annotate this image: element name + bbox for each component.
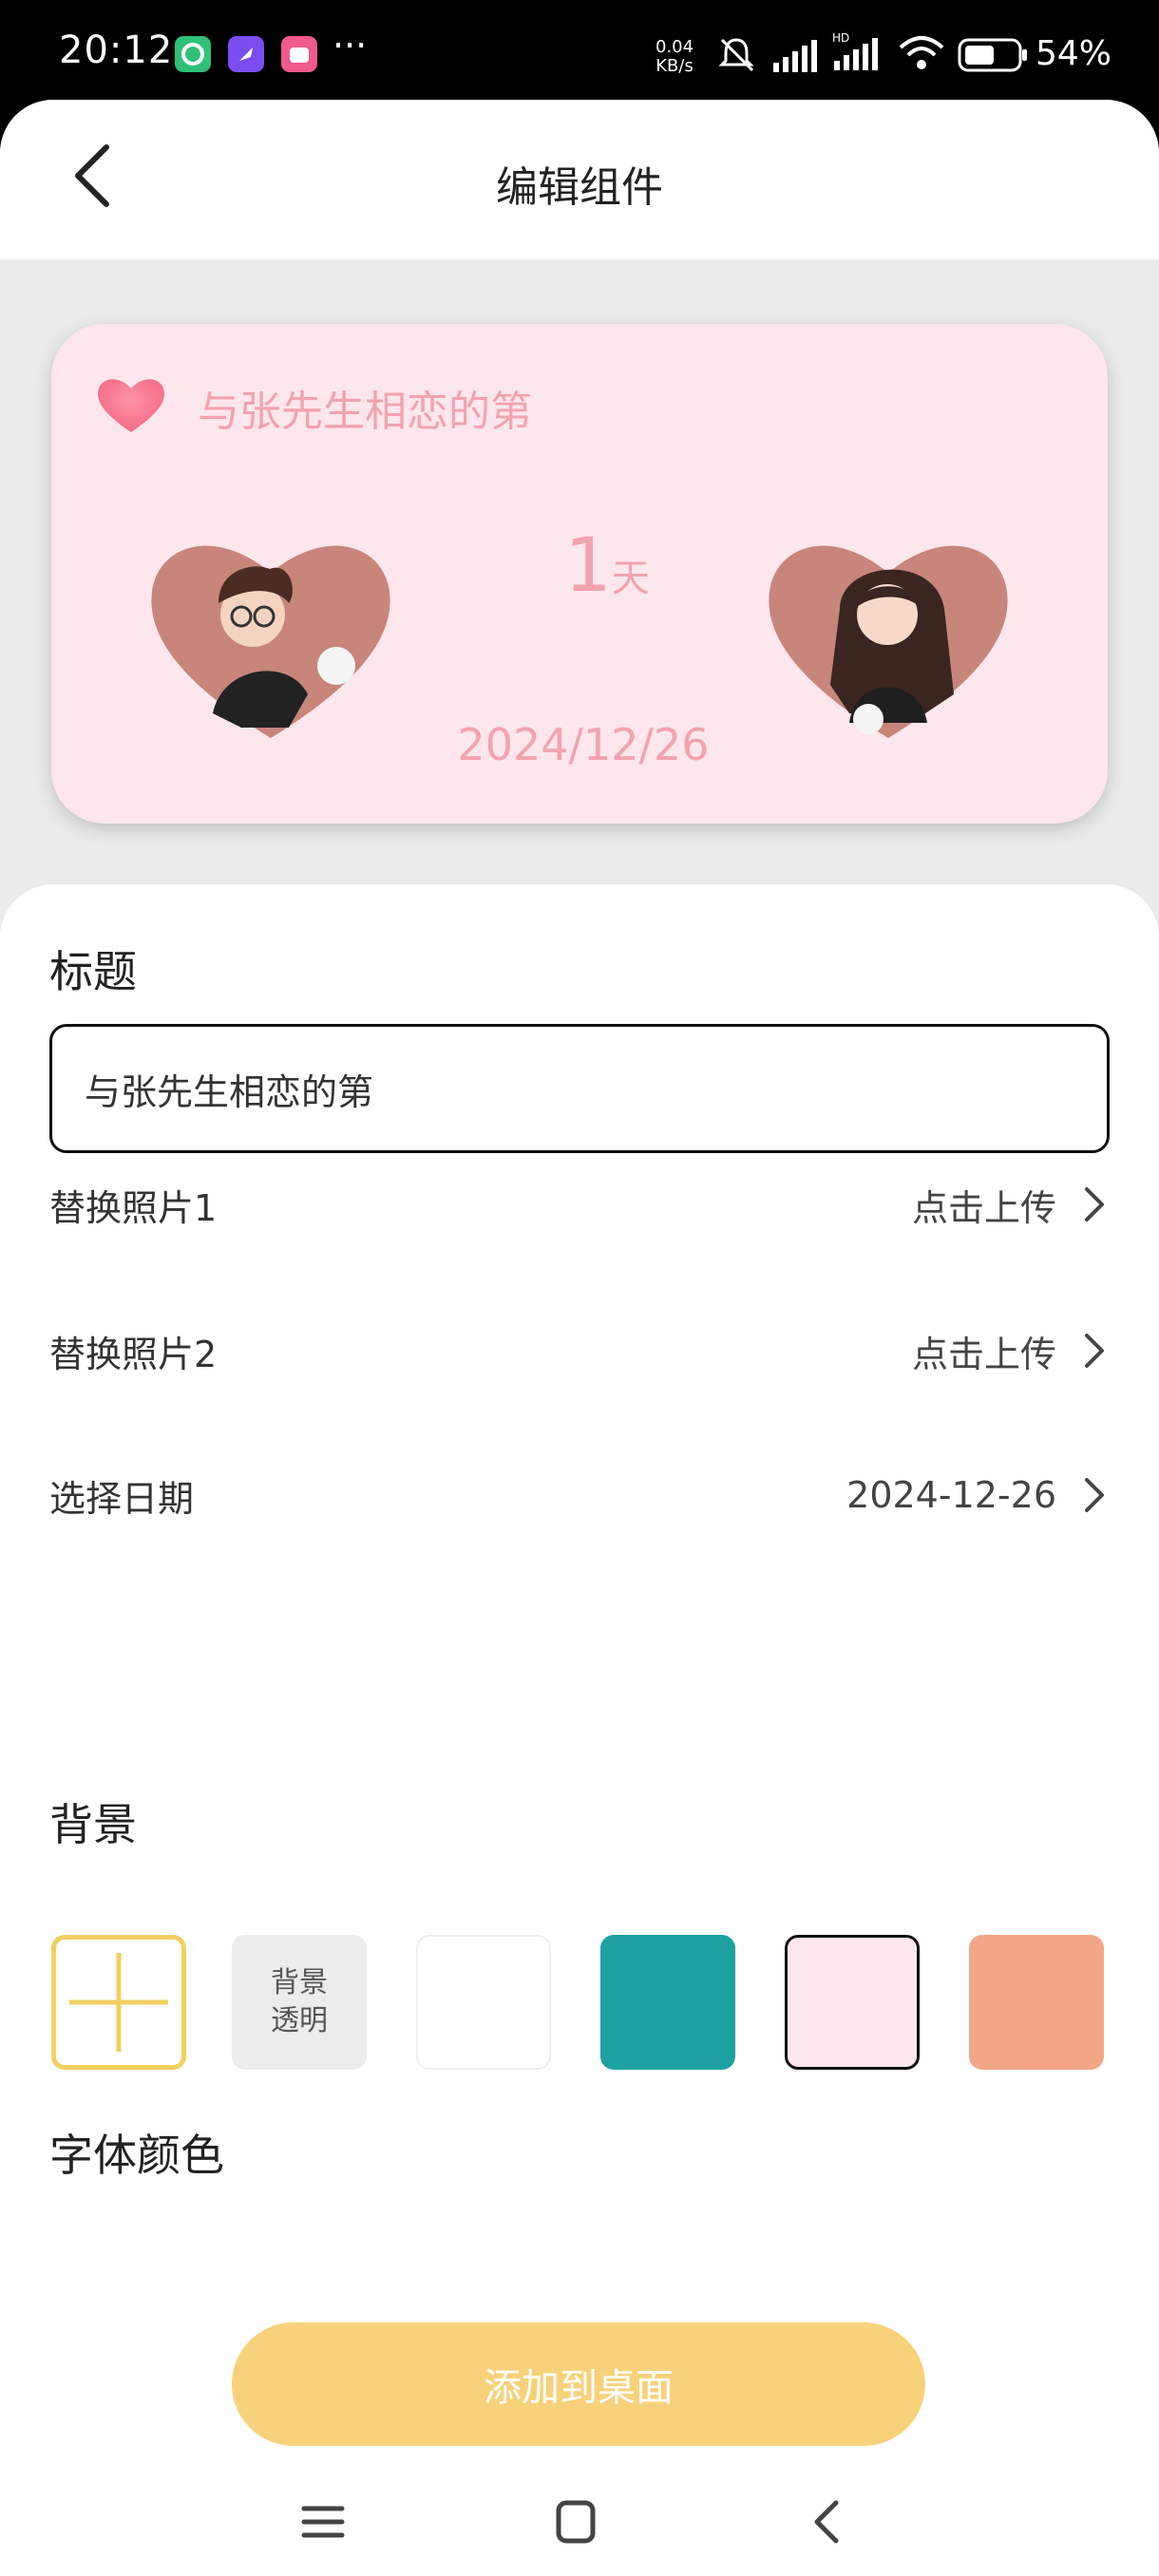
- salmon-swatch[interactable]: [969, 1935, 1104, 2070]
- chevron-right-icon: [1085, 1334, 1104, 1368]
- menu-icon[interactable]: [294, 2493, 352, 2550]
- background-section-label: 背景: [49, 1799, 137, 1850]
- green-app-icon: [175, 36, 211, 72]
- chevron-right-icon: [1085, 1187, 1104, 1222]
- replace-photo-2-row[interactable]: 替换照片2 点击上传: [49, 1308, 1110, 1393]
- widget-date: 2024/12/26: [457, 719, 710, 770]
- plus-icon: [69, 1953, 168, 2052]
- replace-photo-1-row[interactable]: 替换照片1 点击上传: [49, 1162, 1110, 1247]
- pink-swatch-selected[interactable]: [785, 1935, 920, 2070]
- font-color-section-label: 字体颜色: [49, 2130, 224, 2181]
- photo-2-heart: [769, 545, 1008, 738]
- battery-icon: [958, 38, 1027, 72]
- select-date-row[interactable]: 选择日期 2024-12-26: [49, 1452, 1110, 1538]
- editor-panel: 标题 与张先生相恋的第 替换照片1 点击上传 替换照片2 点击上传 选择日期 2…: [0, 884, 1159, 2576]
- network-speed: 0.04 KB/s: [656, 37, 694, 76]
- custom-color-button[interactable]: [51, 1935, 186, 2070]
- transparent-label-line1: 背景: [271, 1966, 328, 1999]
- days-counter: 1天: [545, 523, 669, 609]
- wifi-icon: [899, 36, 944, 69]
- widget-preview-card: 与张先生相恋的第 1天 2024/12/26: [51, 324, 1108, 824]
- title-section-label: 标题: [49, 946, 137, 997]
- widget-title: 与张先生相恋的第: [198, 388, 532, 436]
- back-icon[interactable]: [800, 2493, 857, 2550]
- signal-icon: [773, 40, 817, 72]
- chevron-right-icon: [1085, 1478, 1104, 1512]
- days-number: 1: [564, 523, 612, 609]
- hd-signal-icon: HD: [832, 31, 878, 70]
- photo-1-heart: [151, 545, 390, 738]
- status-bar: 20:12 ··· 0.04 KB/s HD 54%: [0, 0, 1159, 100]
- home-icon[interactable]: [547, 2493, 604, 2550]
- days-unit: 天: [611, 557, 650, 600]
- white-swatch[interactable]: [416, 1935, 551, 2070]
- add-to-desktop-button[interactable]: 添加到桌面: [232, 2322, 925, 2446]
- status-time: 20:12: [59, 28, 174, 72]
- battery-percent: 54%: [1036, 34, 1112, 73]
- muted-bell-icon: [718, 38, 754, 72]
- title-input-value: 与张先生相恋的第: [85, 1070, 374, 1113]
- transparent-background-swatch[interactable]: 背景 透明: [232, 1935, 367, 2070]
- svg-text:HD: HD: [832, 31, 849, 45]
- teal-swatch[interactable]: [600, 1935, 735, 2070]
- select-date-label: 选择日期: [49, 1477, 195, 1520]
- heart-icon: [98, 379, 164, 432]
- replace-photo-1-value: 点击上传: [911, 1186, 1056, 1229]
- rocket-app-icon: [228, 36, 264, 72]
- title-input[interactable]: 与张先生相恋的第: [49, 1024, 1110, 1153]
- app-header: 编辑组件: [0, 100, 1159, 259]
- replace-photo-2-value: 点击上传: [911, 1333, 1056, 1375]
- replace-photo-2-label: 替换照片2: [49, 1333, 218, 1375]
- transparent-label-line2: 透明: [271, 2004, 328, 2037]
- select-date-value: 2024-12-26: [846, 1474, 1056, 1516]
- pink-app-icon: [281, 36, 317, 72]
- system-nav-bar: [0, 2465, 1159, 2576]
- more-notifications-icon: ···: [332, 25, 368, 66]
- app-screen: 编辑组件 与张先生相恋的第 1天 2024/12/26 标题 与张先生相恋的第 …: [0, 100, 1159, 2576]
- replace-photo-1-label: 替换照片1: [49, 1186, 218, 1229]
- page-title: 编辑组件: [496, 163, 663, 212]
